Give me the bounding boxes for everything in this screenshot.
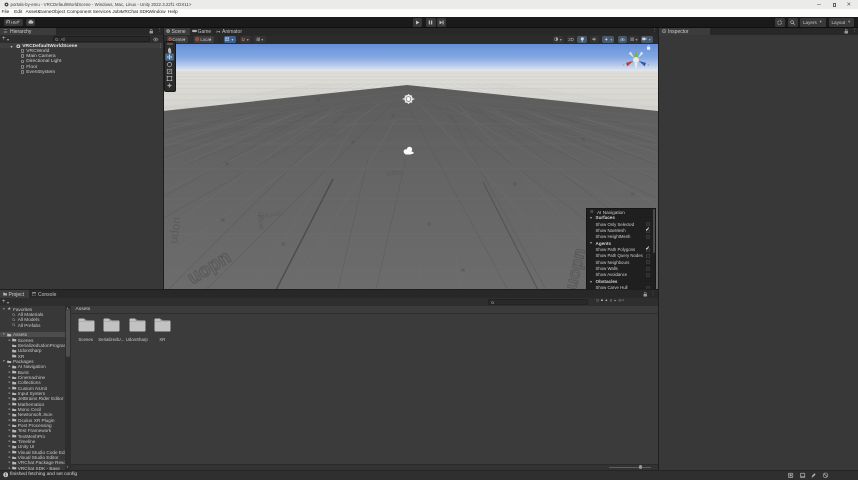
svg-text:udon: udon <box>256 212 266 230</box>
svg-text:23: 23 <box>622 301 625 303</box>
svg-text:x: x <box>623 62 625 67</box>
svg-text:Y: Y <box>634 44 637 49</box>
svg-text:z: z <box>648 62 650 67</box>
svg-text:udon: udon <box>327 132 339 139</box>
